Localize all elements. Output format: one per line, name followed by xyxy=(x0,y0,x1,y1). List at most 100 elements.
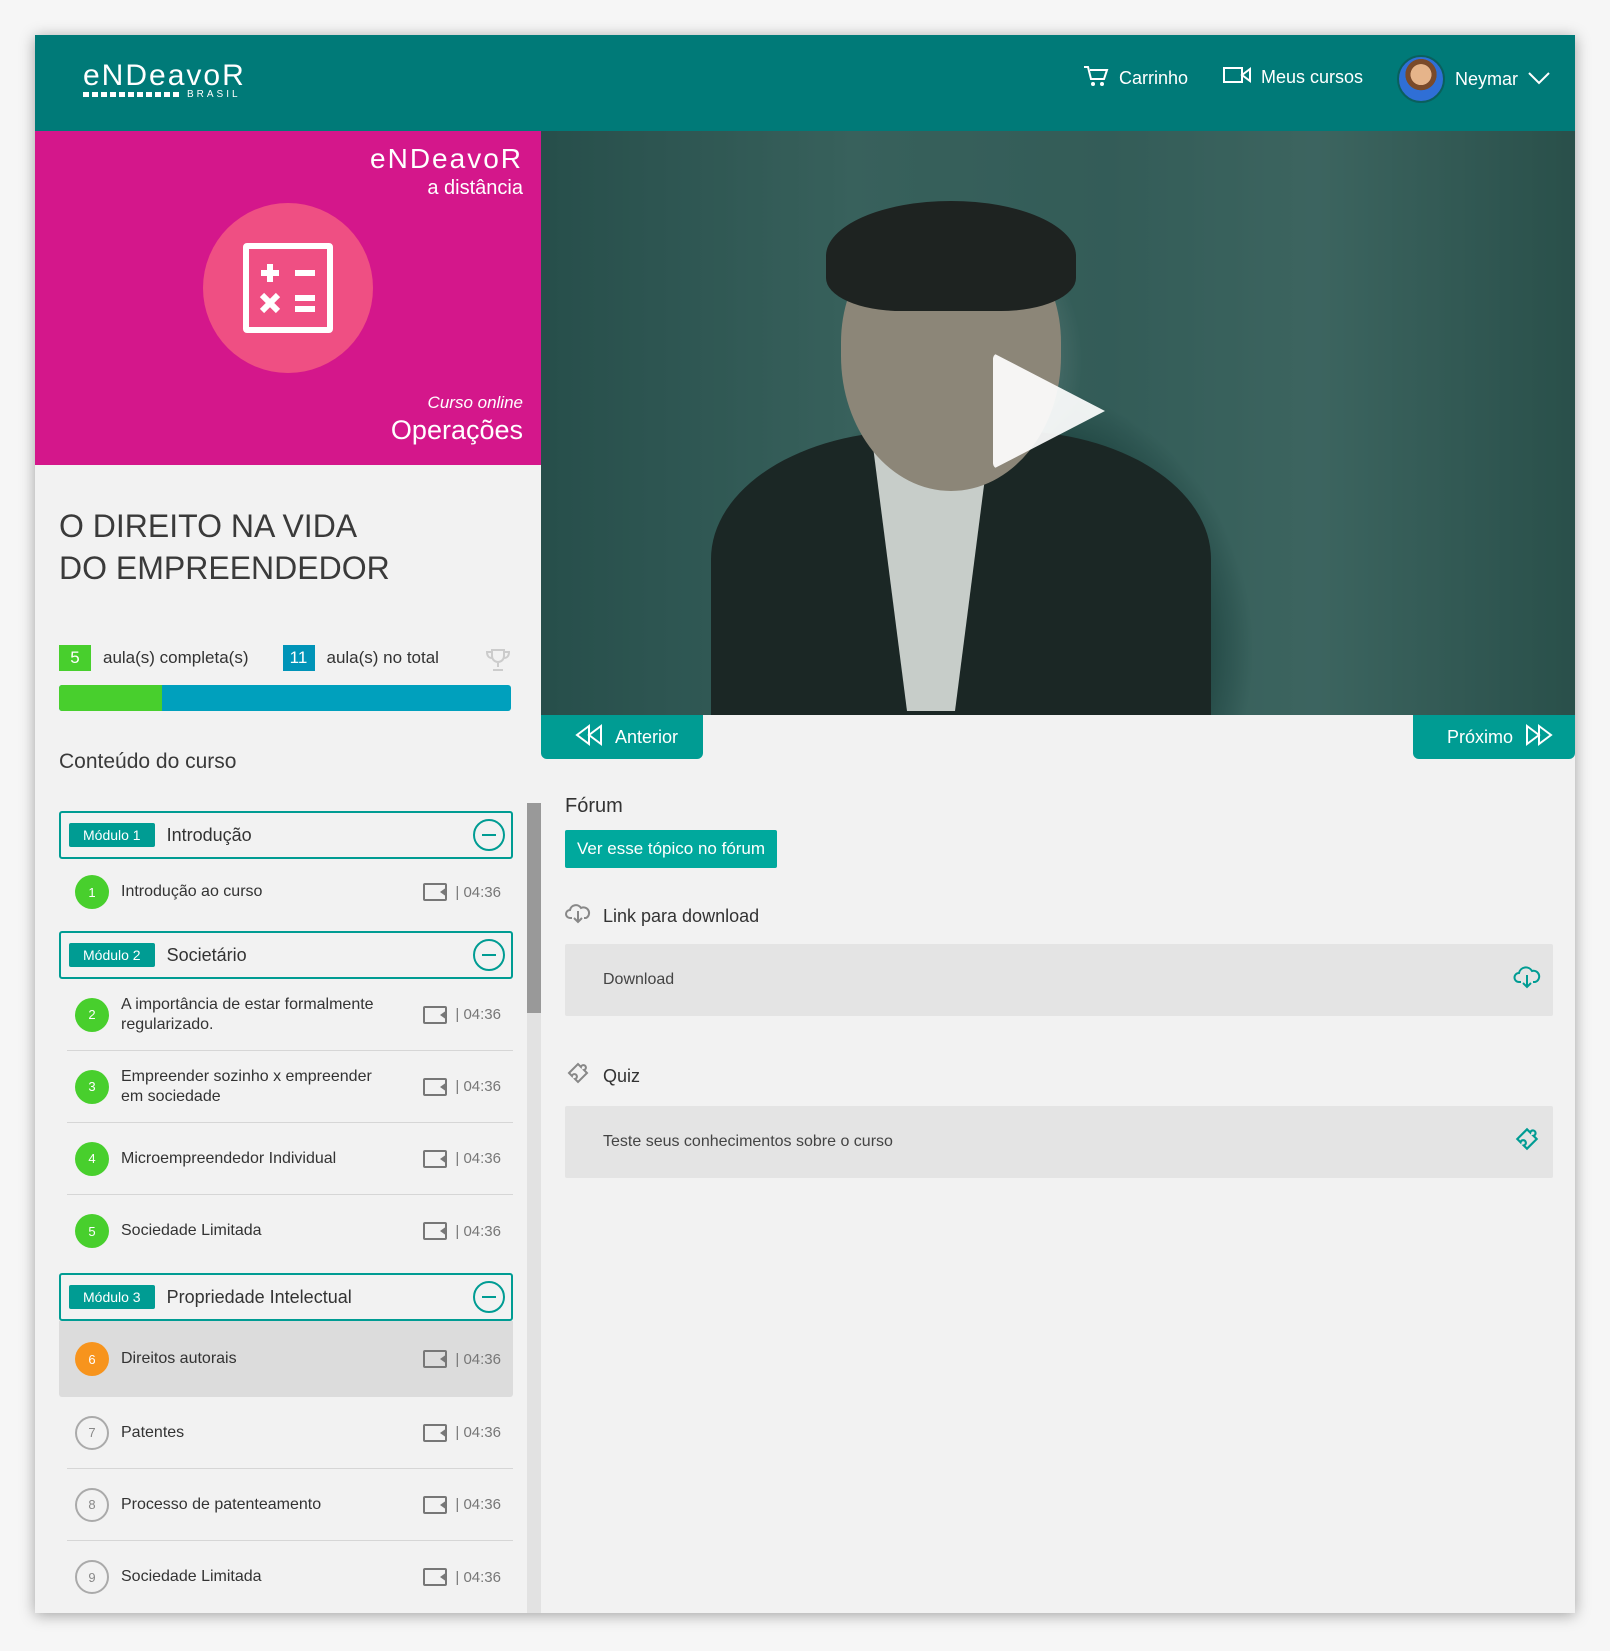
cloud-download-icon xyxy=(565,902,591,930)
lesson-item[interactable]: 3 Empreender sozinho x empreender em soci… xyxy=(67,1051,513,1123)
user-name: Neymar xyxy=(1455,68,1519,89)
lesson-number: 2 xyxy=(75,997,109,1032)
rewind-icon xyxy=(575,723,603,751)
my-courses-label: Meus cursos xyxy=(1261,67,1364,87)
lesson-title: Microempreendedor Individual xyxy=(121,1149,337,1167)
video-camera-icon xyxy=(423,1423,448,1442)
collapse-minus-icon[interactable] xyxy=(473,819,505,851)
lesson-duration: | 04:36 xyxy=(455,1424,501,1441)
lesson-number: 5 xyxy=(75,1214,109,1248)
forum-topic-button[interactable]: Ver esse tópico no fórum xyxy=(565,830,778,868)
collapse-minus-icon[interactable] xyxy=(473,939,505,971)
module-header[interactable]: Módulo 1 Introdução xyxy=(59,811,513,859)
lesson-item[interactable]: 6 Direitos autorais | 04:36 xyxy=(59,1321,513,1397)
logo-subtitle: BRASIL xyxy=(187,89,241,100)
lesson-title: A importância de estar formalmente regul… xyxy=(121,995,374,1033)
video-camera-icon xyxy=(423,1149,448,1168)
fast-forward-icon xyxy=(1525,723,1553,751)
banner-logo: eNDeavoR xyxy=(370,143,523,174)
lesson-number: 6 xyxy=(75,1342,109,1376)
lesson-duration: | 04:36 xyxy=(455,1568,501,1586)
banner-kicker: Curso online xyxy=(427,393,523,412)
lesson-item[interactable]: 5 Sociedade Limitada | 04:36 xyxy=(67,1195,513,1267)
lesson-duration: | 04:36 xyxy=(455,1006,501,1023)
download-label: Download xyxy=(603,971,675,988)
resources-panel: Fórum Ver esse tópico no fórum Link para… xyxy=(565,795,1555,1178)
play-icon[interactable] xyxy=(993,353,1105,469)
lesson-duration: | 04:36 xyxy=(455,1150,501,1167)
download-link[interactable]: Download xyxy=(565,944,1553,1016)
module-tag: Módulo 2 xyxy=(69,943,155,967)
video-camera-icon xyxy=(423,1077,448,1096)
chevron-down-icon xyxy=(1528,69,1550,90)
my-courses-link[interactable]: Meus cursos xyxy=(1223,65,1363,90)
video-camera-icon xyxy=(423,1005,448,1024)
banner-course-title: Operações xyxy=(390,415,523,445)
lesson-item[interactable]: 1 Introdução ao curso | 04:36 xyxy=(67,859,513,925)
progress-fill xyxy=(59,685,162,711)
calculator-icon xyxy=(243,243,333,333)
lesson-item[interactable]: 9 Sociedade Limitada | 04:36 xyxy=(67,1541,513,1613)
module-header[interactable]: Módulo 2 Societário xyxy=(59,931,513,979)
cart-label: Carrinho xyxy=(1119,68,1189,88)
module-name: Societário xyxy=(166,944,247,965)
lesson-item[interactable]: 7 Patentes | 04:36 xyxy=(67,1397,513,1469)
logo-wordmark: eNDeavoR xyxy=(83,59,246,92)
module-tag: Módulo 1 xyxy=(69,823,155,847)
video-camera-icon xyxy=(423,1495,448,1514)
user-menu[interactable]: Neymar xyxy=(1397,55,1550,103)
avatar xyxy=(1397,55,1445,103)
puzzle-icon[interactable] xyxy=(1513,1125,1541,1160)
endeavor-logo[interactable]: eNDeavoR BRASIL xyxy=(83,61,246,100)
scroll-thumb[interactable] xyxy=(527,803,541,1013)
next-button[interactable]: Próximo xyxy=(1413,715,1575,759)
total-label: aula(s) no total xyxy=(326,648,439,667)
course-progress-bar xyxy=(59,685,511,711)
previous-button[interactable]: Anterior xyxy=(541,715,703,759)
cloud-download-icon[interactable] xyxy=(1513,965,1541,996)
lesson-title: Introdução ao curso xyxy=(121,883,263,900)
scrollbar[interactable] xyxy=(527,803,541,1613)
course-content-list: Módulo 1 Introdução 1 Introdução ao curso | … xyxy=(59,805,513,1613)
video-camera-icon xyxy=(423,1350,448,1368)
quiz-link[interactable]: Teste seus conhecimentos sobre o curso xyxy=(565,1106,1553,1178)
previous-label: Anterior xyxy=(615,726,679,747)
lesson-number: 7 xyxy=(75,1415,109,1450)
cart-icon xyxy=(1083,65,1109,92)
lesson-duration: | 04:36 xyxy=(455,883,501,901)
lesson-duration: | 04:36 xyxy=(455,1078,501,1095)
progress-stats: 5 aula(s) completa(s) 11 aula(s) no tota… xyxy=(59,645,439,671)
puzzle-icon xyxy=(565,1060,591,1092)
total-count-badge: 11 xyxy=(282,645,315,671)
video-player[interactable] xyxy=(541,131,1575,715)
top-header: eNDeavoR BRASIL Carrinho Meus cursos Ney… xyxy=(35,35,1575,131)
trophy-icon xyxy=(485,647,511,680)
banner-subtitle: a distância xyxy=(427,177,523,199)
forum-title: Fórum xyxy=(565,795,623,817)
contents-title: Conteúdo do curso xyxy=(59,750,237,773)
lesson-number: 8 xyxy=(75,1487,109,1522)
lesson-duration: | 04:36 xyxy=(455,1350,501,1368)
video-camera-icon xyxy=(1223,65,1251,90)
video-frame-hair xyxy=(826,201,1076,311)
quiz-heading: Quiz xyxy=(565,1060,1555,1092)
lesson-number: 9 xyxy=(75,1560,109,1594)
lesson-title: Sociedade Limitada xyxy=(121,1222,262,1239)
lesson-title: Direitos autorais xyxy=(121,1350,237,1367)
lesson-title: Processo de patenteamento xyxy=(121,1495,322,1513)
module-name: Introdução xyxy=(166,824,252,845)
lesson-number: 4 xyxy=(75,1141,109,1176)
lesson-item[interactable]: 4 Microempreendedor Individual | 04:36 xyxy=(67,1123,513,1195)
lesson-title: Patentes xyxy=(121,1423,185,1441)
lesson-item[interactable]: 8 Processo de patenteamento | 04:36 xyxy=(67,1469,513,1541)
collapse-minus-icon[interactable] xyxy=(473,1281,505,1313)
cart-link[interactable]: Carrinho xyxy=(1083,65,1188,92)
video-camera-icon xyxy=(423,1568,448,1586)
lesson-item[interactable]: 2 A importância de estar formalmente regu… xyxy=(67,979,513,1051)
module-header[interactable]: Módulo 3 Propriedade Intelectual xyxy=(59,1273,513,1321)
completed-label: aula(s) completa(s) xyxy=(103,648,249,667)
course-title: O DIREITO NA VIDA DO EMPREENDEDOR xyxy=(59,508,390,586)
logo-bars xyxy=(83,92,181,97)
lesson-title: Sociedade Limitada xyxy=(121,1568,262,1585)
module-tag: Módulo 3 xyxy=(69,1285,155,1309)
